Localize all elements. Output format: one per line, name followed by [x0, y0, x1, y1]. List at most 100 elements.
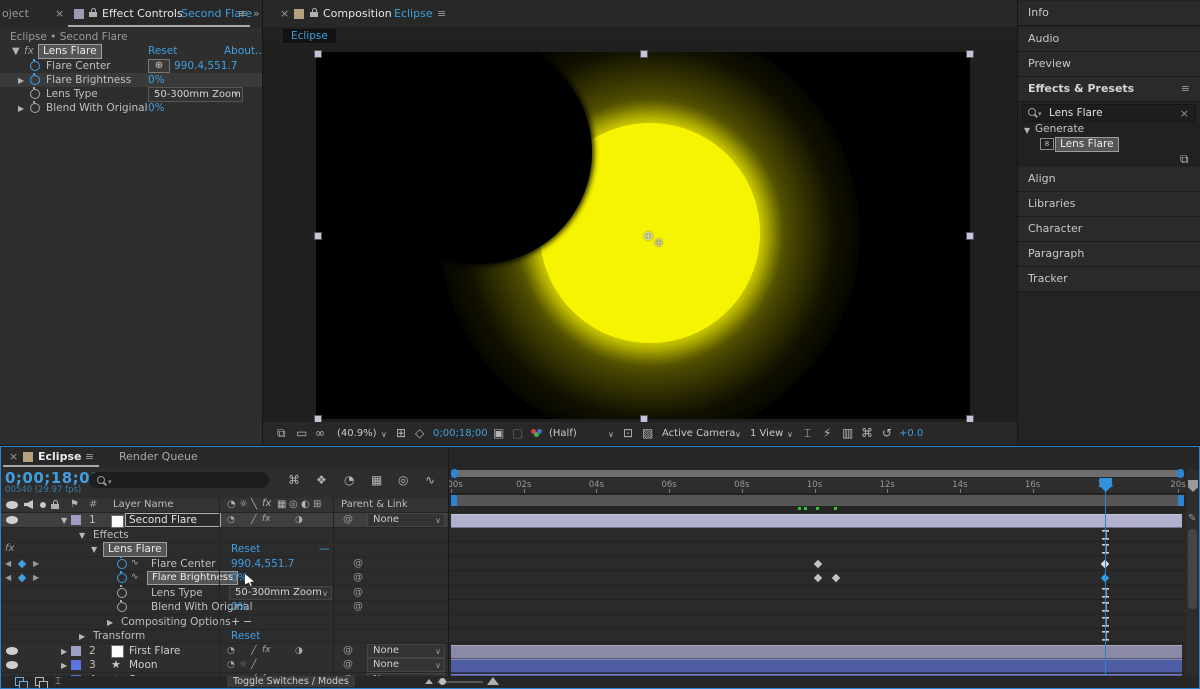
always-preview-icon[interactable]: ⧉ [277, 427, 286, 439]
chevron-down-icon[interactable]: ∨ [608, 430, 614, 440]
param-value[interactable]: 0% [148, 74, 165, 86]
label-color-swatch[interactable] [71, 645, 81, 656]
transform-reset-button[interactable]: Reset [231, 630, 260, 642]
effect-about-button[interactable]: About.. [224, 45, 262, 57]
panel-header-character[interactable]: Character [1018, 217, 1200, 242]
lens-type-dropdown[interactable]: 50-300mm Zoom ∨ [229, 585, 332, 600]
tab-effect-controls[interactable]: Effect Controls [102, 7, 183, 20]
layer-row-first-flare[interactable]: ▶ 2 First Flare ◔ ╱ fx ◑ @ None ∨ [1, 643, 448, 659]
prop-row-lens-type[interactable]: Lens Type 50-300mm Zoom ∨ @ [1, 585, 448, 601]
parent-dropdown[interactable]: None∨ [367, 643, 445, 658]
panel-header-effects-presets[interactable]: Effects & Presets ≡ [1018, 77, 1200, 102]
value-graph-icon[interactable]: ∿ [131, 558, 139, 568]
property-value[interactable]: 0% [231, 601, 248, 613]
effects-group-label[interactable]: Generate [1035, 123, 1084, 135]
fx-switch-icon[interactable]: fx [262, 645, 271, 655]
magnification-dropdown[interactable]: (40.9%) [337, 428, 377, 439]
vertical-scrollbar[interactable] [1188, 529, 1197, 609]
parent-pickwhip-icon[interactable]: @ [343, 659, 353, 670]
zoom-in-icon[interactable] [487, 677, 499, 685]
roi-icon[interactable]: ⊡ [623, 427, 633, 439]
zoom-out-icon[interactable] [425, 679, 433, 684]
effect-name[interactable]: Lens Flare [103, 542, 167, 557]
view-camera-dropdown[interactable]: Active Camera [662, 428, 735, 439]
quality-switch-icon[interactable]: ╱ [251, 660, 256, 670]
chevron-down-icon[interactable]: ∨ [381, 430, 387, 440]
layer-handle[interactable] [966, 50, 974, 58]
comp-viewer[interactable]: ⊕ ⊕ [263, 45, 1017, 423]
effect-reset-button[interactable]: Reset [148, 45, 177, 57]
compositing-options-row[interactable]: ▶ Compositing Options + − [1, 615, 448, 630]
expression-pickwhip-icon[interactable]: @ [353, 572, 363, 583]
time-navigator-end-handle[interactable] [1177, 469, 1184, 478]
param-value[interactable]: 990.4,551.7 [174, 60, 237, 72]
tab-overflow-icon[interactable]: » [253, 7, 260, 20]
layer-handle[interactable] [314, 232, 322, 240]
stopwatch-icon[interactable] [117, 599, 127, 612]
transparency-grid-icon[interactable]: ▨ [642, 427, 653, 439]
monitor-icon[interactable]: ▭ [296, 427, 307, 439]
prev-keyframe-icon[interactable]: ◀ [5, 573, 11, 582]
work-area-end-handle[interactable] [1178, 495, 1184, 506]
panel-header-libraries[interactable]: Libraries [1018, 192, 1200, 217]
twirl-down-icon[interactable]: ▼ [91, 545, 97, 554]
layer-row-moon[interactable]: ▶ 3 ★ Moon ◔ ☼ ╱ @ None ∨ [1, 658, 448, 673]
parent-pickwhip-icon[interactable]: @ [343, 645, 353, 656]
param-label[interactable]: Lens Type [46, 88, 98, 100]
layer-switches-pane-icon[interactable] [15, 677, 28, 688]
stopwatch-icon[interactable] [30, 100, 40, 113]
work-area-bar[interactable] [451, 495, 1184, 506]
property-name[interactable]: Lens Type [151, 587, 203, 599]
param-label[interactable]: Flare Brightness [46, 74, 131, 86]
mask-visibility-icon[interactable]: ◇ [415, 427, 424, 439]
layer-duration-bar-second-flare[interactable] [451, 514, 1182, 528]
twirl-right-icon[interactable]: ▶ [107, 618, 113, 627]
parent-dropdown[interactable]: None∨ [367, 658, 445, 672]
grid-guides-icon[interactable]: ⊞ [396, 427, 406, 439]
stopwatch-icon[interactable] [30, 58, 40, 71]
layer-name[interactable]: Second Flare [125, 513, 221, 527]
rasterize-switch-icon[interactable]: ☼ [239, 660, 247, 670]
layer-handle[interactable] [640, 50, 648, 58]
keyframe-at-time-icon[interactable] [17, 573, 27, 583]
twirl-down-icon[interactable]: ▼ [12, 47, 20, 57]
panel-header-paragraph[interactable]: Paragraph [1018, 242, 1200, 267]
new-preset-icon[interactable]: ⧉ [1180, 153, 1189, 165]
timeline-button-icon[interactable]: ▥ [842, 427, 853, 439]
transfer-controls-pane-icon[interactable] [35, 677, 48, 688]
label-color-swatch[interactable] [71, 515, 81, 525]
chevron-down-icon[interactable]: ∨ [787, 430, 793, 440]
twirl-right-icon[interactable]: ▶ [61, 661, 67, 670]
effect-point-icon[interactable]: ⊕ [643, 229, 654, 244]
stopwatch-icon[interactable] [30, 86, 40, 99]
show-snapshot-icon[interactable]: ▢ [512, 427, 523, 439]
expander-icon[interactable]: ▶ [18, 76, 24, 86]
work-area-start-handle[interactable] [451, 495, 457, 506]
keyframe-at-time-icon[interactable] [17, 559, 27, 568]
layer-row-second-flare[interactable]: ▼ 1 Second Flare ◔ ╱ fx ◑ @ None ∨ [1, 513, 448, 528]
effect-name[interactable]: Lens Flare [38, 44, 102, 59]
layer-handle[interactable] [966, 232, 974, 240]
param-label[interactable]: Flare Center [46, 60, 111, 72]
param-value[interactable]: 0% [148, 102, 165, 114]
effect-point-button[interactable]: ⊕ [148, 59, 170, 73]
timeline-zoom-knob[interactable] [439, 678, 446, 685]
property-name[interactable]: Flare Brightness [147, 571, 239, 585]
visibility-eye-icon[interactable] [6, 646, 18, 655]
panel-menu-icon[interactable]: ≡ [238, 7, 247, 20]
shy-switch-icon[interactable]: ◔ [227, 660, 235, 670]
next-keyframe-icon[interactable]: ▶ [33, 559, 39, 568]
next-keyframe-icon[interactable]: ▶ [33, 573, 39, 582]
twirl-down-icon[interactable]: ▼ [79, 531, 85, 540]
visibility-eye-icon[interactable] [6, 516, 18, 524]
quality-switch-icon[interactable]: ╱ [251, 515, 256, 525]
stopwatch-icon[interactable] [117, 556, 127, 569]
panel-menu-icon[interactable]: ≡ [437, 7, 446, 20]
stopwatch-icon[interactable] [30, 72, 40, 85]
clear-search-icon[interactable]: × [1180, 107, 1189, 120]
motion-blur-switch-icon[interactable]: ◑ [295, 646, 303, 656]
prop-row-flare-brightness[interactable]: ◀ ▶ ∿ Flare Brightness 0% @ [1, 570, 448, 586]
effects-search-input[interactable]: ▾ Lens Flare × [1022, 104, 1196, 122]
panel-header-align[interactable]: Align [1018, 167, 1200, 192]
shy-switch-icon[interactable]: ◔ [227, 515, 235, 525]
